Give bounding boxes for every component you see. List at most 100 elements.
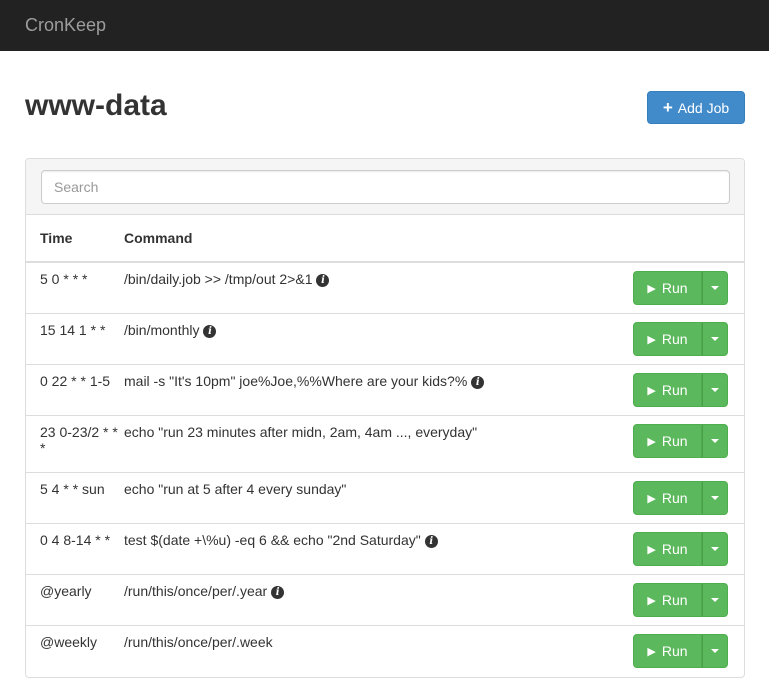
job-command-cell: /run/this/once/per/.year i — [124, 574, 633, 626]
job-command-cell: mail -s "It's 10pm" joe%Joe,%%Where are … — [124, 364, 633, 416]
run-button-group: ▶ Run — [633, 322, 728, 356]
play-icon: ▶ — [647, 645, 656, 658]
job-command: echo "run 23 minutes after midn, 2am, 4a… — [124, 424, 478, 440]
run-label: Run — [661, 541, 688, 557]
run-button-group: ▶ Run — [633, 532, 728, 566]
job-command: /run/this/once/per/.year — [124, 583, 268, 599]
job-command: test $(date +\%u) -eq 6 && echo "2nd Sat… — [124, 532, 421, 548]
caret-down-icon — [711, 286, 719, 290]
run-button[interactable]: ▶ Run — [633, 634, 702, 668]
run-label: Run — [661, 490, 688, 506]
caret-down-icon — [711, 496, 719, 500]
run-options-dropdown-button[interactable] — [702, 373, 728, 407]
job-time: 0 4 8-14 * * — [26, 523, 124, 575]
add-job-label: Add Job — [677, 99, 730, 116]
run-button-group: ▶ Run — [633, 373, 728, 407]
table-row: 0 4 8-14 * * test $(date +\%u) -eq 6 && e… — [26, 523, 744, 575]
caret-down-icon — [711, 598, 719, 602]
job-command-cell: /run/this/once/per/.week — [124, 625, 633, 677]
play-icon: ▶ — [647, 435, 656, 448]
info-icon[interactable]: i — [316, 274, 330, 287]
play-icon: ▶ — [647, 384, 656, 397]
run-button[interactable]: ▶ Run — [633, 424, 702, 458]
run-button[interactable]: ▶ Run — [633, 583, 702, 617]
plus-icon: + — [662, 98, 673, 117]
job-actions: ▶ Run — [633, 574, 744, 626]
run-label: Run — [661, 433, 688, 449]
job-time: 0 22 * * 1-5 — [26, 364, 124, 416]
time-header: Time — [26, 215, 124, 263]
table-row: @yearly/run/this/once/per/.year i ▶ Run — [26, 574, 744, 626]
run-button[interactable]: ▶ Run — [633, 271, 702, 305]
info-icon[interactable]: i — [203, 325, 217, 338]
info-icon[interactable]: i — [424, 535, 438, 548]
job-command-cell: /bin/monthly i — [124, 313, 633, 365]
job-command: mail -s "It's 10pm" joe%Joe,%%Where are … — [124, 373, 468, 389]
run-button-group: ▶ Run — [633, 481, 728, 515]
jobs-table: Time Command 5 0 * * * /bin/daily.job >> … — [26, 215, 744, 677]
caret-down-icon — [711, 337, 719, 341]
job-actions: ▶ Run — [633, 364, 744, 416]
play-icon: ▶ — [647, 492, 656, 505]
run-label: Run — [661, 643, 688, 659]
caret-down-icon — [711, 439, 719, 443]
table-row: 23 0-23/2 * * * echo "run 23 minutes afte… — [26, 415, 744, 473]
play-icon: ▶ — [647, 333, 656, 346]
run-options-dropdown-button[interactable] — [702, 634, 728, 668]
job-time: 5 0 * * * — [40, 271, 88, 287]
job-command-cell: test $(date +\%u) -eq 6 && echo "2nd Sat… — [124, 523, 633, 575]
job-actions: ▶ Run — [633, 262, 744, 314]
job-actions: ▶ Run — [633, 415, 744, 473]
run-options-dropdown-button[interactable] — [702, 424, 728, 458]
job-time: 5 4 * * sun — [26, 472, 124, 524]
job-command-cell: /bin/daily.job >> /tmp/out 2>&1 i — [124, 262, 633, 314]
table-row: 5 0 * * * /bin/daily.job >> /tmp/out 2>&1… — [26, 262, 744, 314]
job-command-cell: echo "run at 5 after 4 every sunday" — [124, 472, 633, 524]
job-command: /bin/daily.job >> /tmp/out 2>&1 — [124, 271, 313, 287]
info-icon[interactable]: i — [471, 376, 485, 389]
jobs-panel: Time Command 5 0 * * * /bin/daily.job >> … — [25, 158, 745, 678]
job-command-cell: echo "run 23 minutes after midn, 2am, 4a… — [124, 415, 633, 473]
run-button-group: ▶ Run — [633, 424, 728, 458]
run-options-dropdown-button[interactable] — [702, 532, 728, 566]
run-label: Run — [661, 280, 688, 296]
run-button-group: ▶ Run — [633, 271, 728, 305]
table-row: @weekly/run/this/once/per/.week ▶ Run — [26, 625, 744, 677]
caret-down-icon — [711, 649, 719, 653]
run-button[interactable]: ▶ Run — [633, 481, 702, 515]
search-input[interactable] — [41, 170, 730, 204]
job-actions: ▶ Run — [633, 523, 744, 575]
actions-header — [633, 215, 744, 263]
job-actions: ▶ Run — [633, 472, 744, 524]
table-row: 15 14 1 * */bin/monthly i ▶ Run — [26, 313, 744, 365]
add-job-button[interactable]: + Add Job — [647, 91, 745, 124]
caret-down-icon — [711, 547, 719, 551]
job-command: echo "run at 5 after 4 every sunday" — [124, 481, 347, 497]
run-options-dropdown-button[interactable] — [702, 583, 728, 617]
job-rows: 5 0 * * * /bin/daily.job >> /tmp/out 2>&1… — [26, 262, 744, 677]
run-button-group: ▶ Run — [633, 634, 728, 668]
panel-heading — [26, 159, 744, 215]
job-command: /bin/monthly — [124, 322, 200, 338]
job-command: /run/this/once/per/.week — [124, 634, 273, 650]
run-options-dropdown-button[interactable] — [702, 481, 728, 515]
run-label: Run — [661, 382, 688, 398]
play-icon: ▶ — [647, 282, 656, 295]
job-actions: ▶ Run — [633, 313, 744, 365]
job-time: @weekly — [26, 625, 124, 677]
brand-logo[interactable]: CronKeep — [25, 15, 106, 36]
info-icon[interactable]: i — [271, 586, 285, 599]
navbar: CronKeep — [0, 0, 769, 51]
run-options-dropdown-button[interactable] — [702, 271, 728, 305]
page-title: www-data — [25, 89, 167, 122]
run-button[interactable]: ▶ Run — [633, 532, 702, 566]
table-row: 0 22 * * 1-5 mail -s "It's 10pm" joe%Joe,… — [26, 364, 744, 416]
job-time: 23 0-23/2 * * * — [26, 415, 124, 473]
play-icon: ▶ — [647, 594, 656, 607]
command-header: Command — [124, 215, 633, 263]
run-button[interactable]: ▶ Run — [633, 373, 702, 407]
run-options-dropdown-button[interactable] — [702, 322, 728, 356]
run-button[interactable]: ▶ Run — [633, 322, 702, 356]
run-label: Run — [661, 331, 688, 347]
play-icon: ▶ — [647, 543, 656, 556]
